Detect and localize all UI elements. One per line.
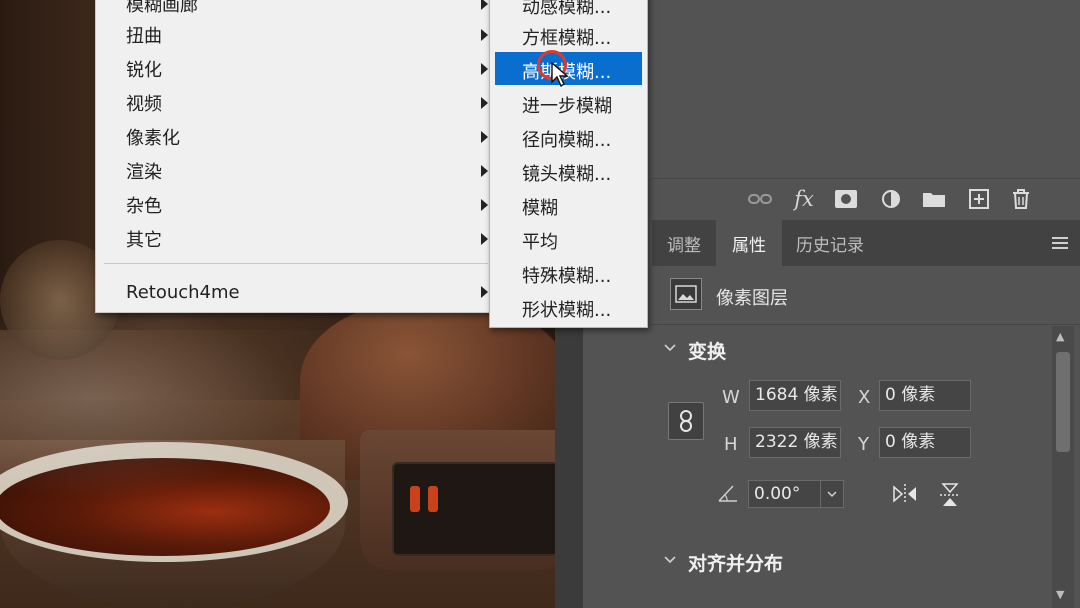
submenu-arrow-icon: [481, 63, 488, 75]
panel-menu-icon[interactable]: [1052, 237, 1068, 252]
tab-history[interactable]: 历史记录: [782, 220, 878, 266]
x-label: X: [858, 387, 871, 408]
menu-item-label: 锐化: [126, 60, 162, 81]
transform-section-header[interactable]: 变换: [652, 328, 1052, 368]
submenu-item-lens-blur[interactable]: 镜头模糊...: [495, 154, 642, 187]
submenu-item-average[interactable]: 平均: [495, 222, 642, 255]
submenu-item-motion-blur[interactable]: 动感模糊...: [495, 0, 642, 20]
panel-tabs: 调整 属性 历史记录: [652, 220, 1080, 266]
submenu-arrow-icon: [481, 286, 488, 298]
properties-panel: fx 调整 属性 历史记录 像素图层 变换 W 1684 像素 X 0 像素 H…: [652, 0, 1080, 608]
photo-steam: [0, 300, 300, 500]
x-field[interactable]: 0 像素: [879, 380, 971, 411]
height-field[interactable]: 2322 像素: [749, 427, 841, 458]
submenu-item-label: 进一步模糊: [522, 96, 612, 117]
menu-item-label: 模糊画廊: [126, 0, 198, 16]
menu-item-noise[interactable]: 杂色: [96, 188, 496, 222]
submenu-item-label: 形状模糊...: [522, 300, 612, 321]
submenu-arrow-icon: [481, 199, 488, 211]
submenu-item-shape-blur[interactable]: 形状模糊...: [495, 290, 642, 323]
submenu-arrow-icon: [481, 97, 488, 109]
submenu-item-box-blur[interactable]: 方框模糊...: [495, 18, 642, 51]
adjustment-layer-icon[interactable]: [877, 185, 905, 213]
blur-submenu: 动感模糊... 方框模糊... 高斯模糊... 进一步模糊 径向模糊... 镜头…: [489, 0, 648, 328]
menu-item-video[interactable]: 视频: [96, 86, 496, 120]
angle-icon: [718, 484, 738, 506]
menu-item-render[interactable]: 渲染: [96, 154, 496, 188]
height-label: H: [724, 434, 738, 455]
fx-icon[interactable]: fx: [790, 185, 818, 213]
submenu-item-label: 径向模糊...: [522, 130, 612, 151]
angle-dropdown[interactable]: [820, 480, 844, 508]
tab-properties[interactable]: 属性: [716, 220, 782, 266]
panel-scrollbar[interactable]: ▲ ▼: [1052, 326, 1074, 608]
chain-link-icon: [680, 410, 692, 432]
flip-vertical-icon[interactable]: [939, 482, 961, 512]
scroll-up-icon[interactable]: ▲: [1056, 330, 1064, 343]
submenu-item-label: 方框模糊...: [522, 28, 612, 49]
menu-item-retouch4me[interactable]: Retouch4me: [96, 275, 496, 309]
submenu-arrow-icon: [481, 131, 488, 143]
menu-item-other[interactable]: 其它: [96, 222, 496, 256]
menu-item-pixelate[interactable]: 像素化: [96, 120, 496, 154]
layer-type-label: 像素图层: [716, 288, 788, 309]
mouse-pointer-icon: [551, 61, 569, 92]
trash-icon[interactable]: [1007, 185, 1035, 213]
submenu-item-smart-blur[interactable]: 特殊模糊...: [495, 256, 642, 289]
submenu-item-label: 镜头模糊...: [522, 164, 612, 185]
tab-label: 历史记录: [796, 235, 864, 256]
menu-item-label: 其它: [126, 230, 162, 251]
submenu-item-label: 特殊模糊...: [522, 266, 612, 287]
layer-type-row: 像素图层: [652, 268, 1080, 325]
align-section-header[interactable]: 对齐并分布: [652, 540, 1052, 580]
submenu-item-label: 动感模糊...: [522, 0, 612, 18]
width-label: W: [722, 387, 740, 408]
submenu-item-label: 平均: [522, 232, 558, 253]
y-field[interactable]: 0 像素: [879, 427, 971, 458]
submenu-arrow-icon: [481, 233, 488, 245]
menu-item-label: Retouch4me: [126, 281, 240, 303]
submenu-item-label: 模糊: [522, 198, 558, 219]
transform-title: 变换: [688, 341, 727, 363]
menu-item-sharpen[interactable]: 锐化: [96, 52, 496, 86]
photo-stove-button: [428, 486, 438, 512]
scroll-down-icon[interactable]: ▼: [1056, 588, 1064, 601]
link-dimensions-button[interactable]: [668, 402, 704, 440]
add-mask-icon[interactable]: [832, 185, 860, 213]
menu-item-label: 杂色: [126, 196, 162, 217]
menu-item-label: 扭曲: [126, 26, 162, 47]
submenu-item-blur[interactable]: 模糊: [495, 188, 642, 221]
photo-stove-button: [410, 486, 420, 512]
chevron-down-icon: [664, 550, 676, 569]
new-layer-icon[interactable]: [965, 185, 993, 213]
submenu-item-radial-blur[interactable]: 径向模糊...: [495, 120, 642, 153]
menu-item-label: 渲染: [126, 162, 162, 183]
tab-adjustments[interactable]: 调整: [652, 220, 716, 266]
tab-label: 调整: [667, 235, 701, 256]
menu-item-label: 像素化: [126, 128, 180, 149]
menu-divider: [104, 263, 488, 264]
submenu-arrow-icon: [481, 165, 488, 177]
folder-icon[interactable]: [920, 185, 948, 213]
link-layers-icon[interactable]: [746, 185, 774, 213]
chevron-down-icon: [827, 491, 837, 498]
fx-label: fx: [794, 187, 814, 211]
submenu-arrow-icon: [481, 0, 488, 10]
chevron-down-icon: [664, 338, 676, 357]
y-label: Y: [858, 434, 869, 455]
menu-item-distort[interactable]: 扭曲: [96, 18, 496, 52]
filter-menu: 模糊画廊 扭曲 锐化 视频 像素化 渲染 杂色 其它 Retouch4me: [95, 0, 497, 313]
pixel-layer-icon: [670, 278, 702, 310]
flip-horizontal-icon[interactable]: [892, 483, 918, 509]
width-field[interactable]: 1684 像素: [749, 380, 841, 411]
submenu-arrow-icon: [481, 29, 488, 41]
align-title: 对齐并分布: [688, 553, 784, 575]
scroll-thumb[interactable]: [1056, 352, 1070, 452]
layers-toolbar: fx: [652, 178, 1080, 219]
tab-label: 属性: [732, 235, 766, 256]
menu-item-label: 视频: [126, 94, 162, 115]
angle-field[interactable]: 0.00°: [748, 480, 821, 508]
